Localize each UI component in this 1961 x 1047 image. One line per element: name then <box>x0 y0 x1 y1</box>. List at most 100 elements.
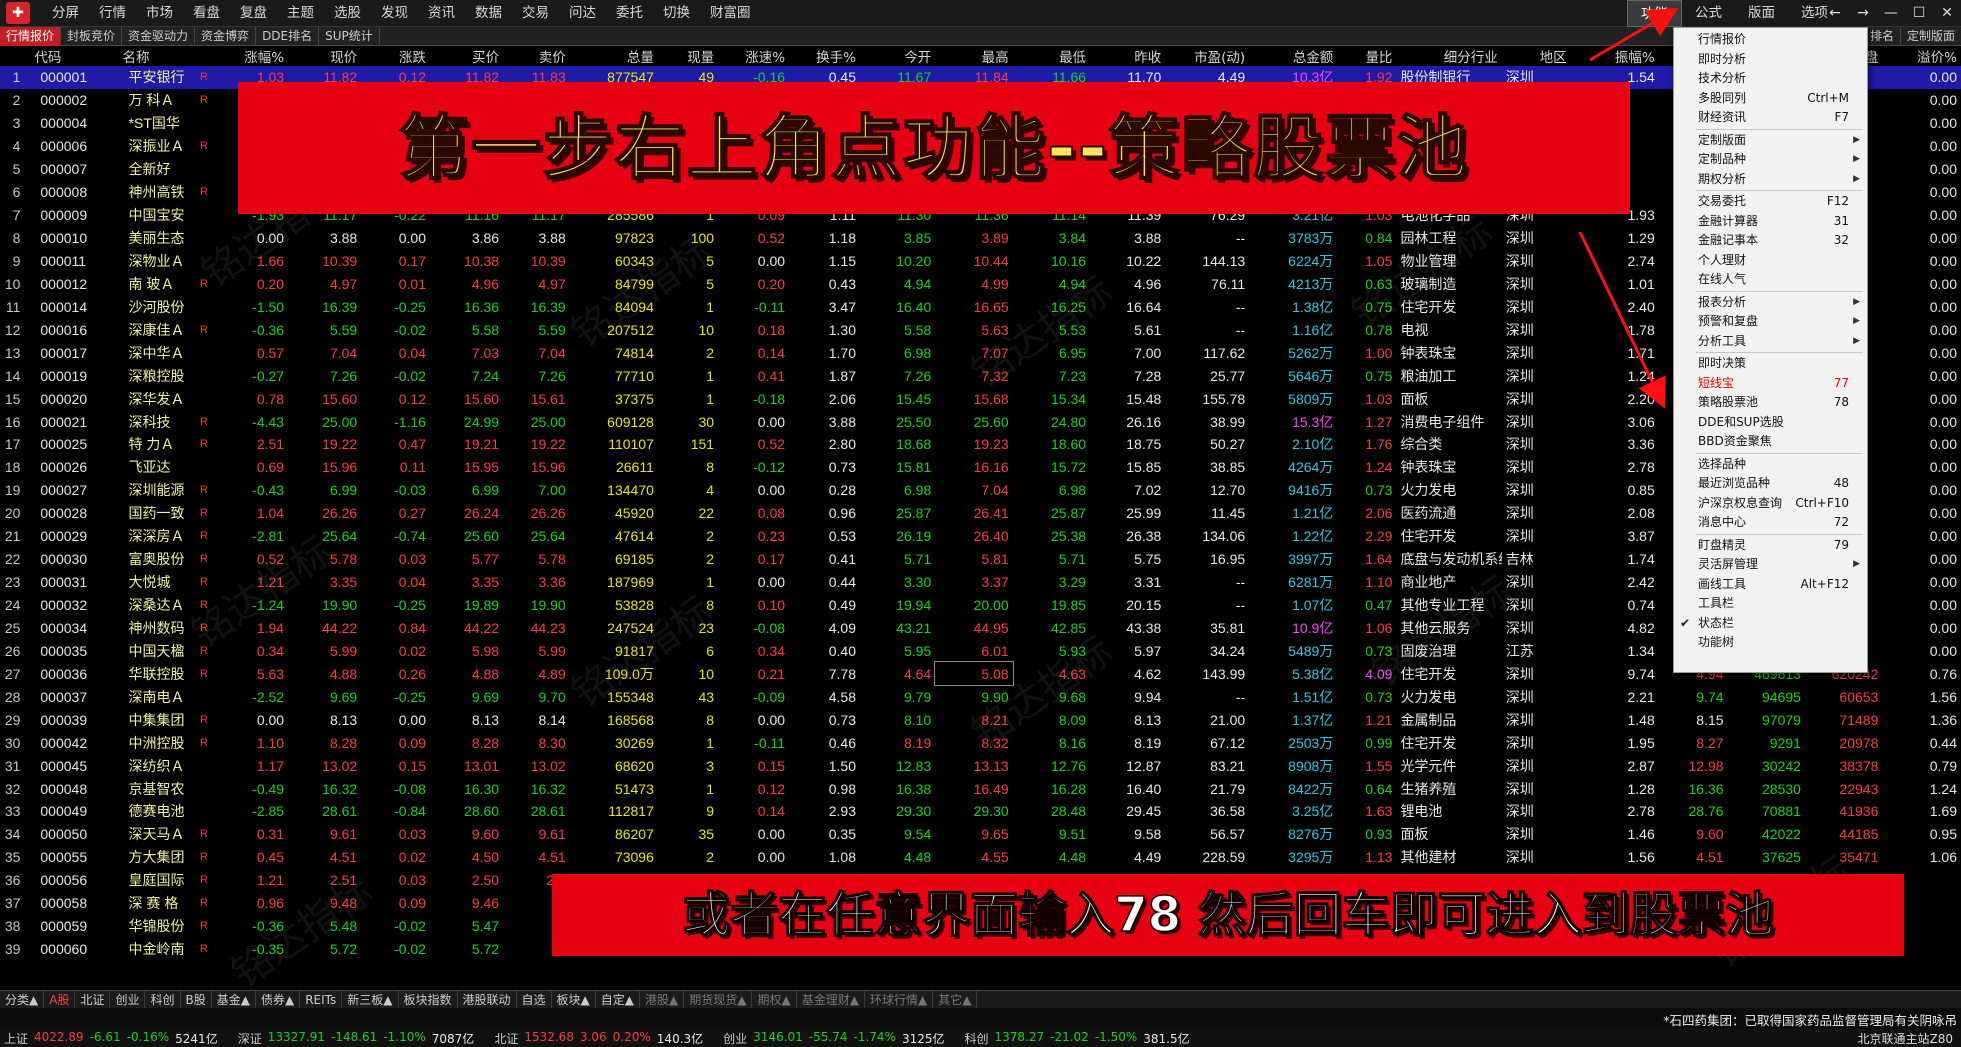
table-row[interactable]: 18 000026 飞亚达 0.69 15.96 0.11 15.95 15.96 26611 8… <box>0 456 1961 479</box>
menu-item[interactable]: 财富圈 <box>700 0 761 27</box>
column-header[interactable]: 总量 <box>569 46 658 66</box>
category-tab[interactable]: B股 <box>181 990 212 1009</box>
table-row[interactable]: 10 000012 南 玻Ａ R 0.20 4.97 0.01 4.96 4.97 84799 5 0… <box>0 272 1961 295</box>
column-header[interactable]: 市盈(动) <box>1165 46 1250 66</box>
dropdown-item[interactable]: 分析工具 ▶ <box>1674 332 1867 352</box>
category-tab[interactable]: 板块指数 <box>399 990 458 1009</box>
column-header[interactable]: 最高 <box>935 46 1013 66</box>
view-tab-right[interactable]: 排名 <box>1862 27 1900 46</box>
view-tab[interactable]: 封板竞价 <box>61 26 123 46</box>
menu-item[interactable]: 复盘 <box>230 0 277 27</box>
category-tab[interactable]: 基金理财▲ <box>797 990 865 1009</box>
table-row[interactable]: 29 000039 中集集团 R 0.00 8.13 0.00 8.13 8.14 168568 8… <box>0 708 1961 731</box>
category-tab[interactable]: 基金▲ <box>212 990 256 1009</box>
dropdown-item[interactable]: BBD资金聚焦 <box>1674 432 1867 452</box>
dropdown-item[interactable]: 画线工具 Alt+F12 <box>1674 575 1867 595</box>
index-quote[interactable]: 上证 4022.89 -6.61 -0.16% 5241亿 <box>4 1030 224 1047</box>
table-row[interactable]: 15 000020 深华发Ａ 0.78 15.60 0.12 15.60 15.61 37375… <box>0 387 1961 410</box>
dropdown-item[interactable]: 功能树 <box>1674 633 1867 653</box>
dropdown-item[interactable]: 短线宝 77 <box>1674 374 1867 394</box>
column-header[interactable]: 买价 <box>429 46 504 66</box>
menu-item[interactable]: 行情 <box>89 0 136 27</box>
table-row[interactable]: 24 000032 深桑达Ａ R -1.24 19.90 -0.25 19.89 19.90 53… <box>0 594 1961 617</box>
menu-item-right[interactable]: 功能 <box>1627 0 1682 27</box>
dropdown-item[interactable]: 交易委托 F12 <box>1674 192 1867 212</box>
dropdown-item[interactable]: 即时分析 <box>1674 50 1867 70</box>
dropdown-item[interactable]: 技术分析 <box>1674 69 1867 89</box>
category-tab[interactable]: 科创 <box>145 990 181 1009</box>
column-header[interactable]: 代码 <box>34 46 123 66</box>
index-quote[interactable]: 北证 1532.68 3.06 0.20% 140.3亿 <box>494 1030 709 1047</box>
dropdown-item[interactable]: 期权分析 ▶ <box>1674 170 1867 190</box>
menu-item[interactable]: 资讯 <box>418 0 465 27</box>
table-row[interactable]: 16 000021 深科技 R -4.43 25.00 -1.16 24.99 25.00 609… <box>0 410 1961 433</box>
column-header[interactable]: 昨收 <box>1090 46 1166 66</box>
table-row[interactable]: 22 000030 富奥股份 R 0.52 5.78 0.03 5.77 5.78 69185 2 0… <box>0 548 1961 571</box>
dropdown-item[interactable]: 最近浏览品种 48 <box>1674 474 1867 494</box>
menu-item[interactable]: 问达 <box>559 0 606 27</box>
category-tab[interactable]: 环球行情▲ <box>865 990 934 1009</box>
dropdown-item[interactable]: 灵活屏管理 ▶ <box>1674 555 1867 575</box>
dropdown-item[interactable]: 多股同列 Ctrl+M <box>1674 89 1867 109</box>
menu-item[interactable]: 数据 <box>465 0 512 27</box>
view-tab[interactable]: 资金驱动力 <box>122 26 196 46</box>
category-tab[interactable]: 板块▲ <box>552 990 596 1009</box>
app-logo-icon[interactable]: ✚ <box>6 2 30 24</box>
index-quote[interactable]: 科创 1378.27 -21.02 -1.50% 381.5亿 <box>964 1030 1195 1047</box>
column-header[interactable] <box>0 46 35 66</box>
table-row[interactable]: 9 000011 深物业Ａ 1.66 10.39 0.17 10.38 10.39 60343 5… <box>0 250 1961 273</box>
menu-item[interactable]: 发现 <box>371 0 418 27</box>
dropdown-item[interactable]: 报表分析 ▶ <box>1674 293 1867 313</box>
dropdown-item[interactable]: 消息中心 72 <box>1674 513 1867 533</box>
index-quote[interactable]: 深证 13327.91 -148.61 -1.10% 7087亿 <box>238 1030 481 1047</box>
table-row[interactable]: 20 000028 国药一致 R 1.04 26.26 0.27 26.24 26.26 4592… <box>0 502 1961 525</box>
close-icon[interactable]: ✕ <box>1933 0 1961 27</box>
table-row[interactable]: 28 000037 深南电Ａ -2.52 9.69 -0.25 9.69 9.70 155348… <box>0 685 1961 708</box>
table-row[interactable]: 23 000031 大悦城 R 1.21 3.35 0.04 3.35 3.36 187969 1 0… <box>0 571 1961 594</box>
column-header[interactable]: 今开 <box>860 46 936 66</box>
category-tab[interactable]: 港股联动 <box>458 990 517 1009</box>
column-header[interactable]: 现价 <box>288 46 362 66</box>
dropdown-item[interactable]: 盯盘精灵 79 <box>1674 536 1867 556</box>
column-header[interactable]: 量比 <box>1337 46 1397 66</box>
news-text[interactable]: *石四药集团：已取得国家药品监督管理局有关阴咏吊 <box>1663 1010 1957 1029</box>
dropdown-item[interactable]: 定制版面 ▶ <box>1674 131 1867 151</box>
table-row[interactable]: 12 000016 深康佳Ａ R -0.36 5.59 -0.02 5.58 5.59 20751… <box>0 318 1961 341</box>
table-row[interactable]: 35 000055 方大集团 R 0.45 4.51 0.02 4.50 4.51 73096 2 0… <box>0 846 1961 869</box>
category-tab[interactable]: 自选 <box>517 990 552 1009</box>
forward-arrow-icon[interactable]: → <box>1849 0 1877 27</box>
table-row[interactable]: 11 000014 沙河股份 -1.50 16.39 -0.25 16.36 16.39 840… <box>0 295 1961 318</box>
column-header[interactable]: 细分行业 <box>1396 46 1502 66</box>
dropdown-item[interactable]: 状态栏 ✔ <box>1674 614 1867 634</box>
category-tab[interactable]: 期权▲ <box>752 990 797 1009</box>
column-header[interactable]: 涨速% <box>718 46 790 66</box>
table-row[interactable]: 17 000025 特 力Ａ R 2.51 19.22 0.47 19.21 19.22 1101… <box>0 433 1961 456</box>
dropdown-item[interactable]: DDE和SUP选股 <box>1674 413 1867 433</box>
dropdown-item[interactable]: 工具栏 <box>1674 594 1867 614</box>
dropdown-item[interactable]: 沪深京权息查询 Ctrl+F10 <box>1674 494 1867 514</box>
category-tab[interactable]: 期货现货▲ <box>684 990 753 1009</box>
table-row[interactable]: 21 000029 深深房Ａ R -2.81 25.64 -0.74 25.60 25.64 47… <box>0 525 1961 548</box>
dropdown-item[interactable]: 财经资讯 F7 <box>1674 108 1867 128</box>
column-header[interactable]: 最低 <box>1012 46 1091 66</box>
category-tab[interactable]: 创业 <box>110 990 146 1009</box>
table-row[interactable]: 25 000034 神州数码 R 1.94 44.22 0.84 44.22 44.23 2475… <box>0 617 1961 640</box>
column-header[interactable]: 振幅% <box>1570 46 1659 66</box>
dropdown-item[interactable]: 金融计算器 31 <box>1674 212 1867 232</box>
minimize-icon[interactable]: — <box>1877 0 1905 27</box>
menu-item[interactable]: 切换 <box>653 0 700 27</box>
menu-item-right[interactable]: 公式 <box>1682 0 1735 27</box>
table-row[interactable]: 8 000010 美丽生态 0.00 3.88 0.00 3.86 3.88 97823 100 0… <box>0 227 1961 250</box>
dropdown-item[interactable]: 策略股票池 78 <box>1674 393 1867 413</box>
column-header[interactable]: 总金额 <box>1249 46 1338 66</box>
table-row[interactable]: 14 000019 深粮控股 -0.27 7.26 -0.02 7.24 7.26 77710 1… <box>0 364 1961 387</box>
menu-item[interactable]: 委托 <box>606 0 653 27</box>
column-header[interactable]: 地区 <box>1501 46 1571 66</box>
table-row[interactable]: 30 000042 中洲控股 R 1.10 8.28 0.09 8.28 8.30 30269 1 -… <box>0 731 1961 754</box>
table-row[interactable]: 31 000045 深纺织Ａ 1.17 13.02 0.15 13.01 13.02 68620… <box>0 754 1961 777</box>
menu-item[interactable]: 交易 <box>512 0 559 27</box>
table-row[interactable]: 27 000036 华联控股 R 5.63 4.88 0.26 4.88 4.89 109.0万 1… <box>0 661 1961 687</box>
view-tab-right[interactable]: 定制版面 <box>1899 27 1961 46</box>
column-header[interactable]: 涨跌 <box>361 46 430 66</box>
dropdown-item[interactable]: 选择品种 <box>1674 455 1867 475</box>
